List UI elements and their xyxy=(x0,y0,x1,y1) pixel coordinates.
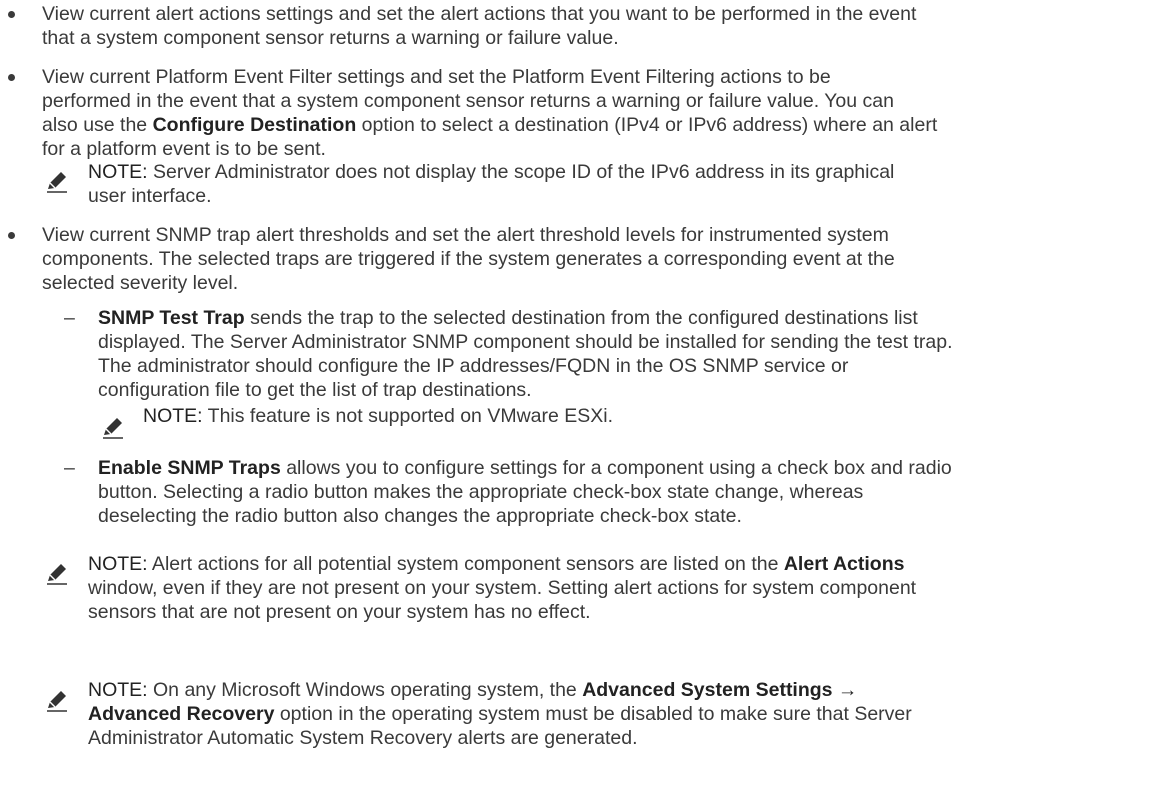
note-label: NOTE: xyxy=(143,405,203,427)
text-line: NOTE: This feature is not supported on V… xyxy=(143,404,613,428)
note-1: NOTE: Server Administrator does not disp… xyxy=(88,160,894,208)
sub-item-snmp-test-trap: SNMP Test Trap sends the trap to the sel… xyxy=(98,306,953,402)
text-line: SNMP Test Trap sends the trap to the sel… xyxy=(98,306,953,330)
text-line: for a platform event is to be sent. xyxy=(42,138,326,160)
text-line: Administrator Automatic System Recovery … xyxy=(88,727,638,749)
sub-item-enable-snmp-traps: Enable SNMP Traps allows you to configur… xyxy=(98,456,952,528)
text-line: configuration file to get the list of tr… xyxy=(98,379,532,401)
bullet-dot xyxy=(8,74,15,81)
bullet-item-2: View current Platform Event Filter setti… xyxy=(42,65,937,161)
text-line: deselecting the radio button also change… xyxy=(98,505,742,527)
text-run: also use the xyxy=(42,114,153,136)
note-label: NOTE: xyxy=(88,161,148,183)
text-run: option to select a destination (IPv4 or … xyxy=(356,114,938,136)
pencil-icon xyxy=(47,564,67,585)
note-label: NOTE: xyxy=(88,553,148,575)
text-line: View current SNMP trap alert thresholds … xyxy=(42,224,889,246)
text-line: sensors that are not present on your sys… xyxy=(88,601,591,623)
bullet-dot xyxy=(8,232,15,239)
note-3: NOTE: Alert actions for all potential sy… xyxy=(88,552,916,624)
text-line: components. The selected traps are trigg… xyxy=(42,248,895,270)
text-line: window, even if they are not present on … xyxy=(88,577,917,599)
bullet-item-1: View current alert actions settings and … xyxy=(42,2,916,50)
text-line: NOTE: Server Administrator does not disp… xyxy=(88,160,894,184)
text-line: button. Selecting a radio button makes t… xyxy=(98,481,864,503)
text-run: allows you to configure settings for a c… xyxy=(280,457,952,479)
pencil-icon xyxy=(47,172,67,193)
alert-actions-term: Alert Actions xyxy=(783,553,905,575)
text-run: This feature is not supported on VMware … xyxy=(202,405,614,427)
note-2: NOTE: This feature is not supported on V… xyxy=(143,404,613,428)
sub-item-marker: – xyxy=(64,457,75,479)
configure-destination-term: Configure Destination xyxy=(152,114,357,136)
text-run: option in the operating system must be d… xyxy=(274,703,912,725)
bullet-dot xyxy=(8,11,15,18)
text-line: NOTE: On any Microsoft Windows operating… xyxy=(88,678,912,702)
text-run: Server Administrator does not display th… xyxy=(147,161,895,183)
sub-item-marker: – xyxy=(64,307,75,329)
pencil-icon xyxy=(103,418,123,439)
text-line: Enable SNMP Traps allows you to configur… xyxy=(98,456,952,480)
text-run: On any Microsoft Windows operating syste… xyxy=(147,679,583,701)
text-line: View current Platform Event Filter setti… xyxy=(42,66,831,88)
text-line: user interface. xyxy=(88,185,212,207)
text-run: sends the trap to the selected destinati… xyxy=(244,307,918,329)
snmp-test-trap-term: SNMP Test Trap xyxy=(98,307,245,329)
text-line: NOTE: Alert actions for all potential sy… xyxy=(88,552,916,576)
advanced-system-settings-term: Advanced System Settings → xyxy=(582,679,858,701)
text-line: The administrator should configure the I… xyxy=(98,355,849,377)
pencil-icon xyxy=(47,691,67,712)
text-line: View current alert actions settings and … xyxy=(42,3,917,25)
text-line: selected severity level. xyxy=(42,272,239,294)
text-line: performed in the event that a system com… xyxy=(42,90,894,112)
text-line: also use the Configure Destination optio… xyxy=(42,113,937,137)
text-line: displayed. The Server Administrator SNMP… xyxy=(98,331,953,353)
note-label: NOTE: xyxy=(88,679,148,701)
text-line: Advanced Recovery option in the operatin… xyxy=(88,702,912,726)
text-line: that a system component sensor returns a… xyxy=(42,27,619,49)
text-run: Alert actions for all potential system c… xyxy=(147,553,784,575)
note-4: NOTE: On any Microsoft Windows operating… xyxy=(88,678,912,750)
bullet-item-3: View current SNMP trap alert thresholds … xyxy=(42,223,895,295)
advanced-recovery-term: Advanced Recovery xyxy=(88,703,275,725)
enable-snmp-traps-term: Enable SNMP Traps xyxy=(98,457,281,479)
